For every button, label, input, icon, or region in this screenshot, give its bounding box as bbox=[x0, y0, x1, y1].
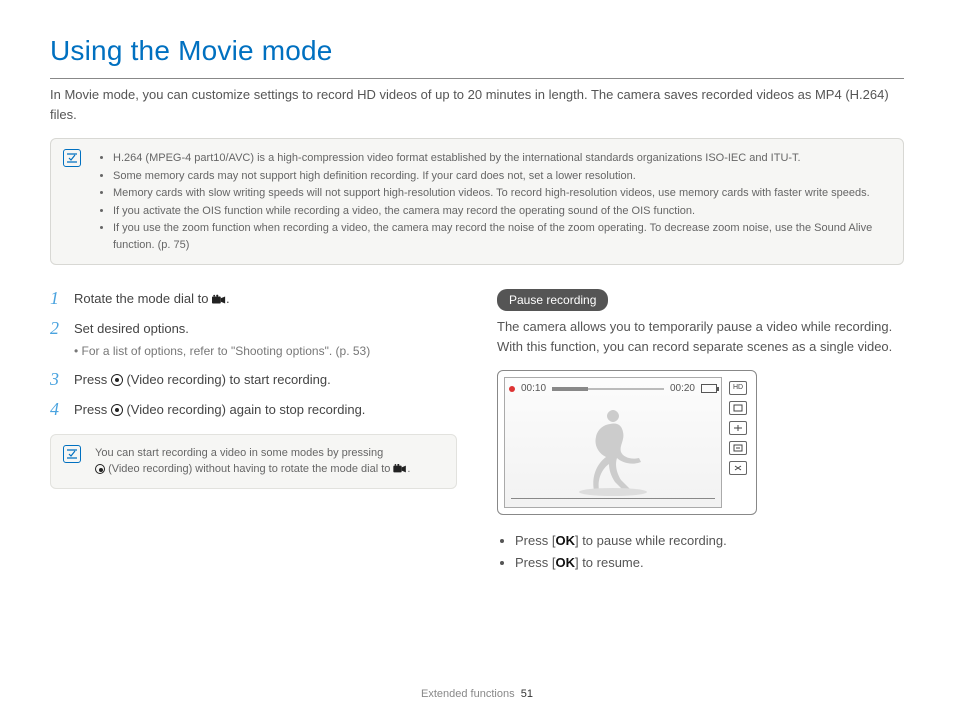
step-text: Set desired options. bbox=[74, 321, 189, 336]
note-item: H.264 (MPEG-4 part10/AVC) is a high-comp… bbox=[113, 150, 889, 167]
instruction-item: Press [OK] to resume. bbox=[515, 553, 904, 573]
record-button-icon bbox=[111, 374, 123, 386]
record-button-icon bbox=[95, 464, 105, 474]
step-number: 4 bbox=[50, 400, 64, 420]
page-title: Using the Movie mode bbox=[50, 30, 904, 72]
step-subtext: For a list of options, refer to "Shootin… bbox=[74, 342, 457, 360]
tip-text: You can start recording a video in some … bbox=[95, 447, 383, 459]
lcd-side-icons: HD bbox=[726, 377, 750, 508]
step-1: 1 Rotate the mode dial to . bbox=[50, 289, 457, 309]
page-footer: Extended functions 51 bbox=[0, 686, 954, 703]
note-item: If you use the zoom function when record… bbox=[113, 220, 889, 253]
step-number: 1 bbox=[50, 289, 64, 309]
instr-text: Press [ bbox=[515, 555, 555, 570]
right-column: Pause recording The camera allows you to… bbox=[497, 289, 904, 574]
setting-icon bbox=[729, 401, 747, 415]
tip-box: You can start recording a video in some … bbox=[50, 434, 457, 489]
footer-section: Extended functions bbox=[421, 688, 515, 700]
page-number: 51 bbox=[521, 688, 533, 700]
step-text: (Video recording) again to stop recordin… bbox=[123, 402, 366, 417]
step-2: 2 Set desired options. For a list of opt… bbox=[50, 319, 457, 361]
instr-text: ] to resume. bbox=[575, 555, 644, 570]
setting-icon bbox=[729, 421, 747, 435]
note-icon bbox=[63, 149, 81, 167]
setting-icon bbox=[729, 461, 747, 475]
step-text: Rotate the mode dial to bbox=[74, 291, 212, 306]
tip-text: . bbox=[407, 463, 410, 475]
note-item: If you activate the OIS function while r… bbox=[113, 203, 889, 220]
title-rule bbox=[50, 78, 904, 79]
note-list: H.264 (MPEG-4 part10/AVC) is a high-comp… bbox=[113, 150, 889, 253]
note-icon bbox=[63, 445, 81, 463]
tip-text: (Video recording) without having to rota… bbox=[108, 463, 393, 475]
ok-button-label: OK bbox=[555, 555, 575, 570]
battery-icon bbox=[701, 384, 717, 393]
pause-recording-badge: Pause recording bbox=[497, 289, 608, 311]
rec-indicator-icon bbox=[509, 386, 515, 392]
progress-bar bbox=[552, 388, 664, 390]
total-time: 00:20 bbox=[670, 381, 695, 396]
movie-mode-icon bbox=[212, 293, 226, 307]
hd-icon: HD bbox=[729, 381, 747, 395]
pause-instructions: Press [OK] to pause while recording. Pre… bbox=[515, 531, 904, 572]
step-text: Press bbox=[74, 372, 111, 387]
setting-icon bbox=[729, 441, 747, 455]
left-column: 1 Rotate the mode dial to . 2 Set desire… bbox=[50, 289, 457, 574]
note-item: Memory cards with slow writing speeds wi… bbox=[113, 185, 889, 202]
intro-text: In Movie mode, you can customize setting… bbox=[50, 85, 904, 124]
ok-button-label: OK bbox=[555, 533, 575, 548]
movie-mode-icon bbox=[393, 462, 407, 476]
ground-line bbox=[511, 498, 715, 499]
note-item: Some memory cards may not support high d… bbox=[113, 168, 889, 185]
record-button-icon bbox=[111, 404, 123, 416]
step-text: (Video recording) to start recording. bbox=[123, 372, 331, 387]
step-3: 3 Press (Video recording) to start recor… bbox=[50, 370, 457, 390]
lcd-screen: 00:10 00:20 bbox=[504, 377, 722, 508]
instruction-item: Press [OK] to pause while recording. bbox=[515, 531, 904, 551]
pause-text: The camera allows you to temporarily pau… bbox=[497, 317, 904, 356]
step-text: . bbox=[226, 291, 230, 306]
instr-text: Press [ bbox=[515, 533, 555, 548]
step-number: 2 bbox=[50, 319, 64, 339]
lcd-preview: 00:10 00:20 HD bbox=[497, 370, 757, 515]
dancer-silhouette-icon bbox=[558, 402, 668, 497]
step-text: Press bbox=[74, 402, 111, 417]
elapsed-time: 00:10 bbox=[521, 381, 546, 396]
step-number: 3 bbox=[50, 370, 64, 390]
instr-text: ] to pause while recording. bbox=[575, 533, 727, 548]
step-4: 4 Press (Video recording) again to stop … bbox=[50, 400, 457, 420]
note-box: H.264 (MPEG-4 part10/AVC) is a high-comp… bbox=[50, 138, 904, 265]
